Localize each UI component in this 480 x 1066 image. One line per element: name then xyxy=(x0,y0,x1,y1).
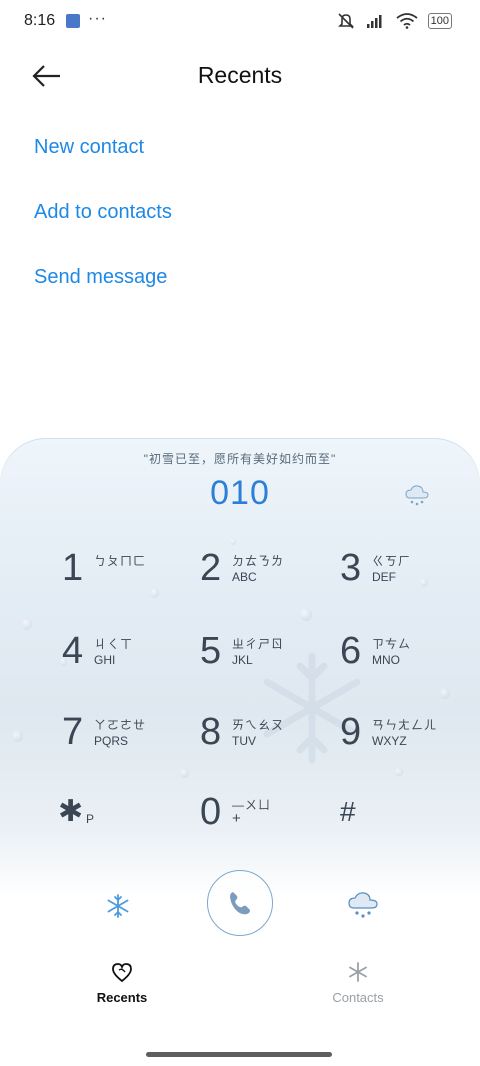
key-6[interactable]: 6 ㄗㄘㄙ MNO xyxy=(340,629,450,689)
key-5[interactable]: 5 ㄓㄔㄕㄖ JKL xyxy=(200,629,310,689)
key-letters: GHI xyxy=(94,653,116,667)
key-3[interactable]: 3 ㄍㄎㄏ DEF xyxy=(340,546,450,606)
key-letters: DEF xyxy=(372,570,396,584)
key-letters: JKL xyxy=(232,653,253,667)
water-drop xyxy=(230,538,236,545)
weather-button[interactable] xyxy=(404,484,430,508)
key-letters: MNO xyxy=(372,653,400,667)
key-digit: 1 xyxy=(62,547,84,589)
key-digit: 3 xyxy=(340,547,362,589)
key-9[interactable]: 9 ㄢㄣㄤㄥㄦ WXYZ xyxy=(340,710,450,770)
tab-recents-label: Recents xyxy=(96,990,148,1005)
tab-recents[interactable]: Recents xyxy=(62,960,182,1005)
status-bar: 8:16 ··· 100 xyxy=(0,0,480,44)
snow-cloud-icon xyxy=(405,485,429,506)
snowflake-icon xyxy=(107,894,129,918)
app-notification-icon xyxy=(66,14,80,28)
key-letters: ABC xyxy=(232,570,257,584)
call-button[interactable] xyxy=(207,870,273,936)
key-letters: + xyxy=(232,810,241,827)
key-zhuyin: ㄗㄘㄙ xyxy=(372,637,412,651)
tab-contacts[interactable]: Contacts xyxy=(298,960,418,1005)
key-letters: P xyxy=(86,812,95,826)
key-digit: 8 xyxy=(200,711,222,753)
wifi-icon xyxy=(396,13,418,29)
key-zhuyin: ㄐㄑㄒ xyxy=(94,637,134,651)
contacts-snowflake-icon xyxy=(349,962,367,982)
key-1[interactable]: 1 ㄅㄆㄇㄈ xyxy=(62,546,172,606)
key-star[interactable]: ✱ P xyxy=(58,790,168,850)
water-drop xyxy=(22,618,32,630)
status-time: 8:16 xyxy=(24,12,56,29)
key-2[interactable]: 2 ㄉㄊㄋㄌ ABC xyxy=(200,546,310,606)
page-title: Recents xyxy=(197,62,283,88)
key-digit: ✱ xyxy=(58,795,84,828)
add-to-contacts-link[interactable]: Add to contacts xyxy=(34,201,172,224)
status-indicators: 100 xyxy=(336,10,452,32)
key-digit: 4 xyxy=(62,630,84,672)
key-7[interactable]: 7 ㄚㄛㄜㄝ PQRS xyxy=(62,710,172,770)
key-8[interactable]: 8 ㄞㄟㄠㄡ TUV xyxy=(200,710,310,770)
key-zhuyin: ㄢㄣㄤㄥㄦ xyxy=(372,718,438,732)
key-digit: 2 xyxy=(200,547,222,589)
key-letters: PQRS xyxy=(94,734,129,748)
key-zhuyin: ㄚㄛㄜㄝ xyxy=(94,718,147,732)
weather-effect-button[interactable] xyxy=(347,890,379,920)
water-drop xyxy=(180,768,189,778)
more-notifications-icon: ··· xyxy=(88,10,107,27)
water-drop xyxy=(12,730,23,742)
key-digit: 9 xyxy=(340,711,362,753)
key-digit: # xyxy=(340,796,356,827)
recents-icon xyxy=(112,963,132,983)
slogan-text: "初雪已至，愿所有美好如约而至" xyxy=(143,452,337,466)
key-digit: 7 xyxy=(62,711,84,753)
home-indicator[interactable] xyxy=(146,1052,332,1057)
battery-icon: 100 xyxy=(427,13,452,29)
key-zhuyin: ㄍㄎㄏ xyxy=(372,554,412,568)
key-zhuyin: ㄞㄟㄠㄡ xyxy=(232,718,285,732)
key-zhuyin: ㄅㄆㄇㄈ xyxy=(94,554,147,568)
signal-icon xyxy=(366,15,382,28)
key-digit: 5 xyxy=(200,630,222,672)
key-letters: TUV xyxy=(232,734,256,748)
tab-contacts-label: Contacts xyxy=(332,990,384,1005)
snow-cloud-icon xyxy=(348,892,378,918)
key-letters: WXYZ xyxy=(372,734,407,748)
mute-icon xyxy=(337,13,354,29)
water-drop xyxy=(300,608,312,621)
key-0[interactable]: 0 —ㄨㄩ + xyxy=(200,790,310,850)
phone-icon xyxy=(230,892,250,915)
key-hash[interactable]: # xyxy=(340,790,450,850)
send-message-link[interactable]: Send message xyxy=(34,266,167,289)
key-zhuyin: ㄉㄊㄋㄌ xyxy=(232,554,285,568)
new-contact-link[interactable]: New contact xyxy=(34,136,144,159)
key-4[interactable]: 4 ㄐㄑㄒ GHI xyxy=(62,629,172,689)
key-digit: 6 xyxy=(340,630,362,672)
water-drop xyxy=(440,688,450,699)
key-zhuyin: ㄓㄔㄕㄖ xyxy=(232,637,285,651)
dialer-screen: 8:16 ··· 100 Recents New contact Add to … xyxy=(0,0,480,1066)
snow-theme-button[interactable] xyxy=(104,892,132,920)
key-digit: 0 xyxy=(200,791,222,833)
